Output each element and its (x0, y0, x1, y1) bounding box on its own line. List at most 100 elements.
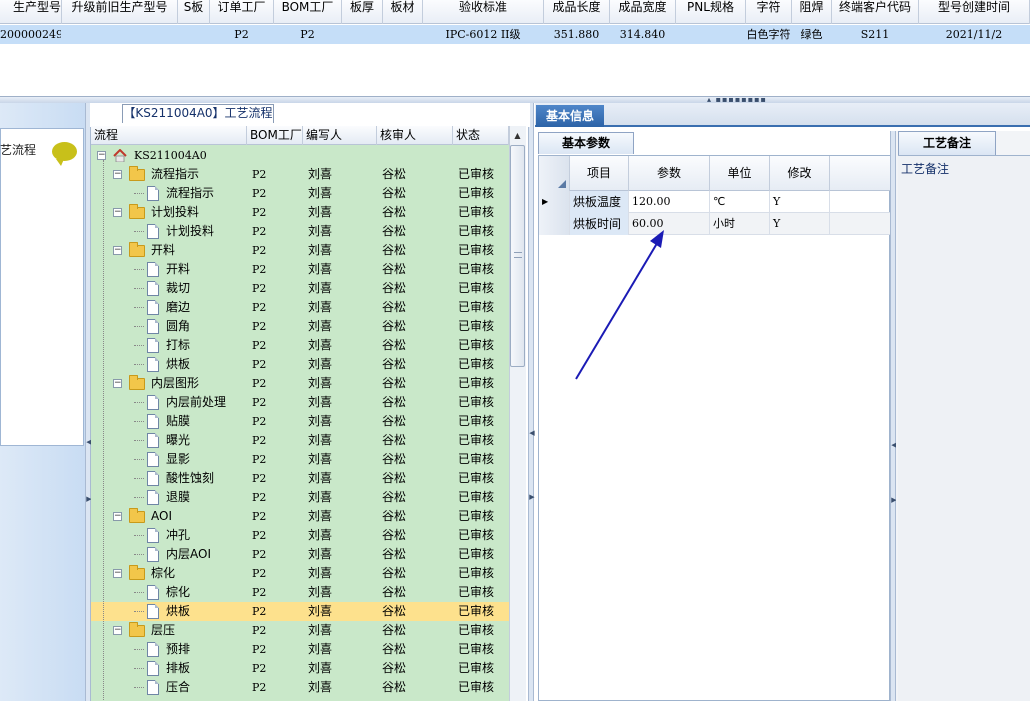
col-header-1[interactable]: 升级前旧生产型号 (62, 0, 178, 24)
param-unit[interactable]: ℃ (710, 191, 770, 213)
param-value[interactable]: 120.00 (629, 191, 710, 213)
tree-node-label[interactable]: KS211004A0 (134, 146, 207, 165)
collapse-icon[interactable]: − (113, 208, 122, 217)
col-header-8[interactable]: 成品长度 (544, 0, 610, 24)
tree-row[interactable]: 预排 P2 刘喜 谷松 已审核 (91, 640, 509, 659)
tree-node-label[interactable]: 内层AOI (166, 545, 211, 564)
col-header-13[interactable]: 终端客户代码 (832, 0, 919, 24)
tree-node-label[interactable]: 流程指示 (166, 184, 214, 203)
tree-row[interactable]: 打标 P2 刘喜 谷松 已审核 (91, 336, 509, 355)
tree-node-label[interactable]: 酸性蚀刻 (166, 469, 214, 488)
cell-9[interactable]: 314.840 (610, 25, 676, 44)
cell-8[interactable]: 351.880 (544, 25, 610, 44)
tree-row[interactable]: 烘板 P2 刘喜 谷松 已审核 (91, 602, 509, 621)
col-header-param[interactable]: 参数 (629, 156, 710, 191)
middle-splitter[interactable]: ◀ ▶ (528, 103, 535, 701)
col-header-item[interactable]: 项目 (570, 156, 629, 191)
tree-node-label[interactable]: 计划投料 (151, 203, 199, 222)
tree-col-header-1[interactable]: BOM工厂 (247, 126, 303, 145)
col-header-6[interactable]: 板材 (383, 0, 423, 24)
chat-bubble-icon[interactable] (52, 142, 77, 166)
cell-3[interactable]: P2 (210, 25, 274, 44)
collapse-icon[interactable]: − (113, 626, 122, 635)
tree-scrollbar-thumb[interactable] (510, 145, 525, 367)
tree-node-label[interactable]: 退膜 (166, 488, 190, 507)
tree-row[interactable]: − AOI P2 刘喜 谷松 已审核 (91, 507, 509, 526)
tree-row[interactable]: − 开料 P2 刘喜 谷松 已审核 (91, 241, 509, 260)
param-item[interactable]: 烘板温度 (570, 191, 629, 213)
tree-col-header-2[interactable]: 编写人 (303, 126, 377, 145)
cell-13[interactable]: S211 (832, 25, 919, 44)
tree-row[interactable]: − KS211004A0 (91, 146, 509, 165)
tree-row[interactable]: 棕化 P2 刘喜 谷松 已审核 (91, 583, 509, 602)
cell-11[interactable]: 白色字符 (746, 25, 792, 44)
collapse-icon[interactable]: − (113, 379, 122, 388)
param-unit[interactable]: 小时 (710, 213, 770, 235)
tree-row[interactable]: 内层前处理 P2 刘喜 谷松 已审核 (91, 393, 509, 412)
tree-row[interactable]: 圆角 P2 刘喜 谷松 已审核 (91, 317, 509, 336)
col-header-5[interactable]: 板厚 (342, 0, 383, 24)
tree-node-label[interactable]: 流程指示 (151, 165, 199, 184)
collapse-icon[interactable]: − (113, 170, 122, 179)
cell-5[interactable] (342, 25, 383, 44)
cell-12[interactable]: 绿色 (792, 25, 832, 44)
col-header-4[interactable]: BOM工厂 (274, 0, 342, 24)
cell-7[interactable]: IPC-6012 II级 (423, 25, 544, 44)
cell-6[interactable] (383, 25, 423, 44)
tree-row[interactable]: 内层AOI P2 刘喜 谷松 已审核 (91, 545, 509, 564)
tree-row[interactable]: 贴膜 P2 刘喜 谷松 已审核 (91, 412, 509, 431)
tree-col-header-3[interactable]: 核审人 (377, 126, 453, 145)
col-header-modified[interactable]: 修改 (770, 156, 830, 191)
tree-row[interactable]: − 层压 P2 刘喜 谷松 已审核 (91, 621, 509, 640)
tree-node-label[interactable]: 冲孔 (166, 526, 190, 545)
process-notes-body[interactable] (898, 155, 1030, 701)
tree-row[interactable]: 烘板 P2 刘喜 谷松 已审核 (91, 355, 509, 374)
tree-node-label[interactable]: 计划投料 (166, 222, 214, 241)
tree-row[interactable]: 流程指示 P2 刘喜 谷松 已审核 (91, 184, 509, 203)
col-header-7[interactable]: 验收标准 (423, 0, 544, 24)
tree-row[interactable]: 压合 P2 刘喜 谷松 已审核 (91, 678, 509, 697)
tree-node-label[interactable]: 打标 (166, 336, 190, 355)
tree-node-label[interactable]: 圆角 (166, 317, 190, 336)
tree-node-label[interactable]: 压合 (166, 678, 190, 697)
splitter-grip-icon[interactable]: ▴ ▪▪▪▪▪▪▪▪ ▴ (705, 96, 769, 109)
grid-corner[interactable] (539, 156, 570, 191)
tree-node-label[interactable]: 内层图形 (151, 374, 199, 393)
cell-10[interactable] (676, 25, 746, 44)
collapse-icon[interactable]: − (97, 151, 106, 160)
col-header-2[interactable]: S板 (178, 0, 210, 24)
tree-node-label[interactable]: 裁切 (166, 279, 190, 298)
tree-node-label[interactable]: 磨边 (166, 298, 190, 317)
tree-row[interactable]: 退膜 P2 刘喜 谷松 已审核 (91, 488, 509, 507)
col-header-0[interactable]: 生产型号 (0, 0, 62, 24)
col-header-unit[interactable]: 单位 (710, 156, 770, 191)
tree-node-label[interactable]: 棕化 (166, 583, 190, 602)
tab-basic-params[interactable]: 基本参数 (538, 132, 634, 154)
tree-node-label[interactable]: AOI (151, 507, 172, 526)
tree-node-label[interactable]: 内层前处理 (166, 393, 226, 412)
tree-node-label[interactable]: 曝光 (166, 431, 190, 450)
tree-node-label[interactable]: 层压 (151, 621, 175, 640)
cell-1[interactable] (62, 25, 178, 44)
col-header-12[interactable]: 阻焊 (792, 0, 832, 24)
product-grid-row[interactable]: 2000002493 P2P2 IPC-6012 II级351.880314.840… (0, 25, 1030, 44)
horizontal-splitter[interactable] (0, 96, 1030, 103)
tree-row[interactable]: 排板 P2 刘喜 谷松 已审核 (91, 659, 509, 678)
tab-basic-info[interactable]: 基本信息 (536, 105, 604, 127)
tree-row[interactable]: 酸性蚀刻 P2 刘喜 谷松 已审核 (91, 469, 509, 488)
col-header-11[interactable]: 字符 (746, 0, 792, 24)
tree-row[interactable]: 裁切 P2 刘喜 谷松 已审核 (91, 279, 509, 298)
tree-row[interactable]: 曝光 P2 刘喜 谷松 已审核 (91, 431, 509, 450)
tree-row[interactable]: 开料 P2 刘喜 谷松 已审核 (91, 260, 509, 279)
tree-node-label[interactable]: 开料 (166, 260, 190, 279)
tree-node-label[interactable]: 显影 (166, 450, 190, 469)
tree-node-label[interactable]: 贴膜 (166, 412, 190, 431)
params-row[interactable]: ▶ 烘板温度 120.00 ℃ Y (539, 191, 890, 213)
collapse-icon[interactable]: − (113, 512, 122, 521)
collapse-icon[interactable]: − (113, 246, 122, 255)
collapse-right-icon[interactable]: ▶ (529, 493, 535, 501)
tree-node-label[interactable]: 排板 (166, 659, 190, 678)
tree-col-header-0[interactable]: 流程 (91, 126, 247, 145)
param-modified[interactable]: Y (770, 213, 830, 235)
tree-row[interactable]: 磨边 P2 刘喜 谷松 已审核 (91, 298, 509, 317)
